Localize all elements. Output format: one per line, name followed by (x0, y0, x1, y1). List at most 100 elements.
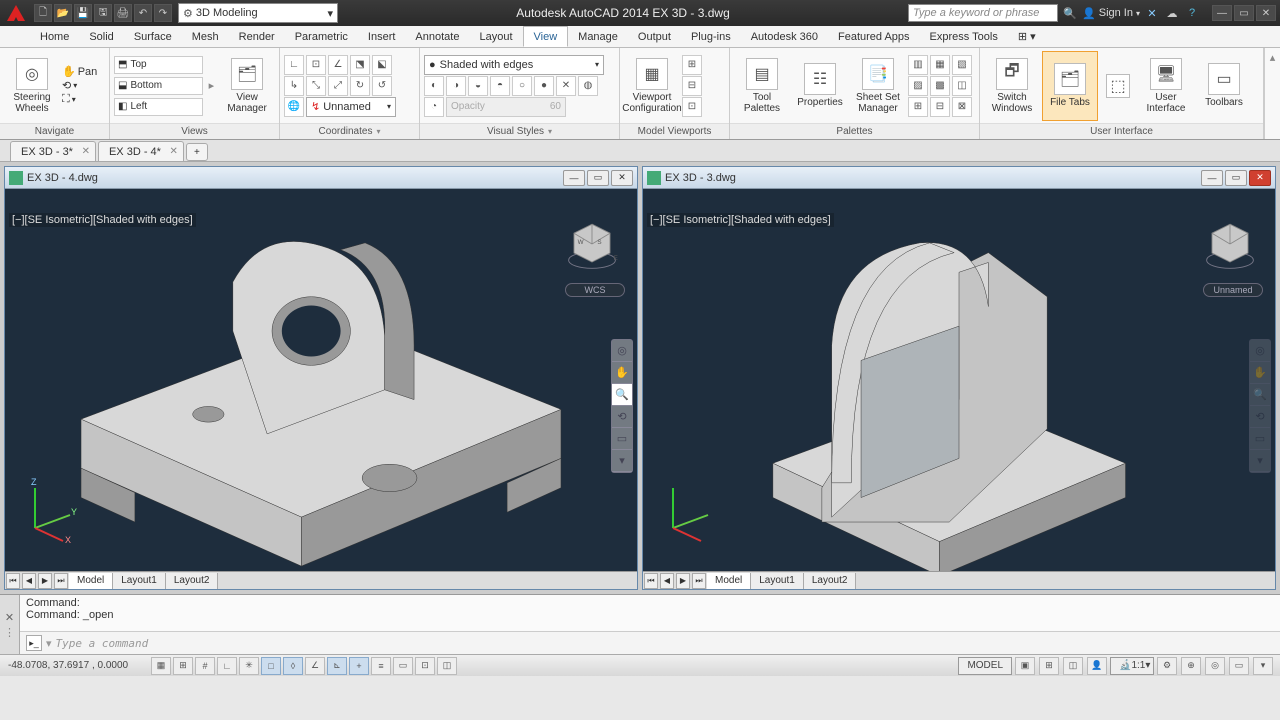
ucs-world-icon[interactable]: 🌐 (284, 97, 304, 117)
pal-2[interactable]: ▦ (930, 55, 950, 75)
tab-layout2[interactable]: Layout2 (166, 573, 219, 589)
command-line[interactable]: ▸_ ▾ Type a command (20, 632, 1280, 654)
help-search-input[interactable]: Type a keyword or phrase (908, 4, 1058, 22)
vp-named[interactable]: ⊞ (682, 55, 702, 75)
model-space-button[interactable]: MODEL (958, 657, 1012, 675)
tab-output[interactable]: Output (628, 26, 681, 47)
sb-anno[interactable]: 👤 (1087, 657, 1107, 675)
sb-dyn[interactable]: + (349, 657, 369, 675)
coordinate-readout[interactable]: -48.0708, 37.6917 , 0.0000 (0, 660, 150, 671)
sb-tpy[interactable]: ▭ (393, 657, 413, 675)
nav-orbit-icon[interactable]: ⟲ (1250, 406, 1270, 428)
sb-ducs[interactable]: ⊾ (327, 657, 347, 675)
vp-restore[interactable]: ⊡ (682, 97, 702, 117)
search-icon[interactable]: 🔍 (1062, 5, 1078, 21)
tab-insert[interactable]: Insert (358, 26, 406, 47)
tab-surface[interactable]: Surface (124, 26, 182, 47)
orbit-button[interactable]: ⟲▾ (62, 79, 97, 92)
sb-r3[interactable]: ◫ (1063, 657, 1083, 675)
tab-model[interactable]: Model (707, 573, 751, 589)
view-bottom-button[interactable]: ⬓Bottom (114, 77, 203, 95)
cmd-prompt-icon[interactable]: ▸_ (26, 635, 42, 651)
steering-wheels-button[interactable]: ◎ Steering Wheels (4, 51, 60, 121)
exchange-icon[interactable]: ✕ (1144, 5, 1160, 21)
lt-prev-icon[interactable]: ◀ (22, 573, 36, 589)
tab-mesh[interactable]: Mesh (182, 26, 229, 47)
nav-orbit-icon[interactable]: ⟲ (612, 406, 632, 428)
command-input[interactable]: Type a command (56, 637, 1274, 650)
tab-layout[interactable]: Layout (469, 26, 522, 47)
tab-model[interactable]: Model (69, 573, 113, 589)
pal-4[interactable]: ▨ (908, 76, 928, 96)
nav-zoom-icon[interactable]: 🔍 (612, 384, 632, 406)
sb-snap[interactable]: ⊞ (173, 657, 193, 675)
sb-grid[interactable]: # (195, 657, 215, 675)
cmd-close-icon[interactable]: ✕ (5, 611, 14, 624)
save-icon[interactable]: 💾 (74, 4, 92, 22)
ucs-named-selector[interactable]: ↯ Unnamed▾ (306, 97, 396, 117)
pal-3[interactable]: ▧ (952, 55, 972, 75)
ucs-icon-7[interactable]: ⤡ (306, 76, 326, 96)
vs-6[interactable]: ● (534, 76, 554, 96)
vs-3[interactable]: ◒ (468, 76, 488, 96)
sb-osnap[interactable]: □ (261, 657, 281, 675)
layout-tabs-button[interactable]: ⬚ (1100, 51, 1136, 121)
file-tabs-button[interactable]: 🗂 File Tabs (1042, 51, 1098, 121)
ucs-icon-8[interactable]: ⤢ (328, 76, 348, 96)
cmd-grip-icon[interactable]: ⋮ (4, 626, 15, 639)
sb-otrack[interactable]: ∠ (305, 657, 325, 675)
opacity-slider[interactable]: Opacity 60 (446, 97, 566, 117)
viewcube-right[interactable] (1203, 217, 1257, 271)
nav-wheel-icon[interactable]: ◎ (612, 340, 632, 362)
tab-parametric[interactable]: Parametric (285, 26, 358, 47)
signin-button[interactable]: 👤 Sign In ▾ (1082, 7, 1140, 20)
workspace-selector[interactable]: ⚙ 3D Modeling ▾ (178, 3, 338, 23)
nav-expand-icon[interactable]: ▾ (1250, 450, 1270, 472)
sb-polar[interactable]: ✳ (239, 657, 259, 675)
sb-sc[interactable]: ◫ (437, 657, 457, 675)
visual-style-selector[interactable]: ● Shaded with edges▾ (424, 55, 604, 75)
pal-1[interactable]: ▥ (908, 55, 928, 75)
tab-annotate[interactable]: Annotate (405, 26, 469, 47)
pal-7[interactable]: ⊞ (908, 97, 928, 117)
win-close-icon[interactable]: ✕ (611, 170, 633, 186)
switch-windows-button[interactable]: 🗗 Switch Windows (984, 51, 1040, 121)
ucs-icon-10[interactable]: ↺ (372, 76, 392, 96)
opacity-toggle[interactable]: ◔ (424, 97, 444, 117)
drawing-canvas-right[interactable]: [−][SE Isometric][Shaded with edges] (643, 189, 1275, 571)
lt-next-icon[interactable]: ▶ (676, 573, 690, 589)
vs-8[interactable]: ◍ (578, 76, 598, 96)
drawing-canvas-left[interactable]: [−][SE Isometric][Shaded with edges] (5, 189, 637, 571)
tool-palettes-button[interactable]: ▤ Tool Palettes (734, 51, 790, 121)
lt-first-icon[interactable]: ⏮ (6, 573, 20, 589)
lt-prev-icon[interactable]: ◀ (660, 573, 674, 589)
pan-button[interactable]: ✋Pan (62, 65, 97, 78)
sb-3dosnap[interactable]: ◊ (283, 657, 303, 675)
print-icon[interactable]: 🖨 (114, 4, 132, 22)
sb-tray-icon[interactable]: ▾ (1253, 657, 1273, 675)
view-manager-button[interactable]: 🗂 View Manager (219, 51, 275, 121)
close-icon[interactable]: ✕ (1256, 5, 1276, 21)
sb-r6[interactable]: ◎ (1205, 657, 1225, 675)
redo-icon[interactable]: ↷ (154, 4, 172, 22)
new-tab-button[interactable]: + (186, 143, 208, 161)
vs-1[interactable]: ◐ (424, 76, 444, 96)
ribbon-collapse-icon[interactable]: ▴ (1264, 48, 1280, 139)
lt-last-icon[interactable]: ⏭ (692, 573, 706, 589)
nav-pan-icon[interactable]: ✋ (612, 362, 632, 384)
tab-manage[interactable]: Manage (568, 26, 628, 47)
win-max-icon[interactable]: ▭ (587, 170, 609, 186)
sheetset-button[interactable]: 📑 Sheet Set Manager (850, 51, 906, 121)
wcs-label-right[interactable]: Unnamed (1203, 283, 1263, 297)
pal-5[interactable]: ▩ (930, 76, 950, 96)
nav-wheel-icon[interactable]: ◎ (1250, 340, 1270, 362)
tab-home[interactable]: Home (30, 26, 79, 47)
sb-r7[interactable]: ▭ (1229, 657, 1249, 675)
sb-r5[interactable]: ⊕ (1181, 657, 1201, 675)
properties-button[interactable]: ☷ Properties (792, 51, 848, 121)
ucs-icon-right[interactable] (653, 473, 723, 543)
sb-r4[interactable]: ⚙ (1157, 657, 1177, 675)
nav-showmotion-icon[interactable]: ▭ (612, 428, 632, 450)
ucs-icon-5[interactable]: ⬕ (372, 55, 392, 75)
sb-r1[interactable]: ▣ (1015, 657, 1035, 675)
